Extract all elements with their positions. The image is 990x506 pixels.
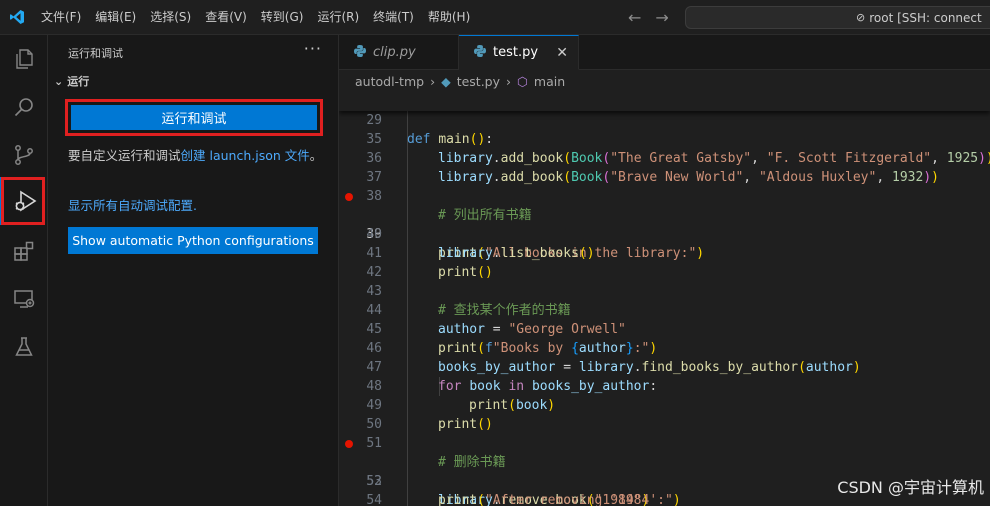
show-python-configs-button[interactable]: Show automatic Python configurations: [68, 227, 318, 254]
customize-hint: 要自定义运行和调试创建 launch.json 文件。: [68, 147, 323, 165]
chevron-right-icon: ›: [506, 73, 511, 89]
code-line[interactable]: 50: [339, 396, 990, 432]
customize-hint-suffix: 。: [309, 148, 323, 163]
python-file-icon: [353, 44, 367, 62]
menu-edit[interactable]: 编辑(E): [88, 0, 143, 35]
tab-label: test.py: [493, 45, 539, 60]
menu-file[interactable]: 文件(F): [34, 0, 88, 35]
source-control-icon[interactable]: [0, 131, 48, 179]
code-editor[interactable]: 29 def main(): 35 library.add_book(Book(…: [339, 92, 990, 506]
code-text: def main():: [407, 132, 494, 147]
menu-view[interactable]: 查看(V): [198, 0, 254, 35]
symbol-method-icon: ⬡: [517, 73, 528, 89]
code-line[interactable]: 49 print(): [339, 377, 990, 432]
breadcrumb-symbol[interactable]: main: [534, 74, 565, 89]
menu-go[interactable]: 转到(G): [254, 0, 311, 35]
python-file-icon: [473, 44, 487, 62]
code-line[interactable]: 41 print(): [339, 225, 990, 280]
csdn-watermark: CSDN @宇宙计算机: [837, 478, 984, 497]
section-label: 运行: [67, 75, 90, 88]
activity-bar: [0, 35, 48, 506]
code-line[interactable]: 44 author = "George Orwell": [339, 282, 990, 337]
tab-label: clip.py: [373, 45, 416, 60]
line-number: 54: [366, 493, 382, 506]
code-line[interactable]: 35 library.add_book(Book("The Great Gats…: [339, 111, 990, 166]
line-number: 29: [366, 113, 382, 128]
code-line[interactable]: 46 books_by_author = library.find_books_…: [339, 320, 990, 375]
vscode-logo-icon: [0, 0, 34, 35]
code-text: print("After removing '1984':"): [438, 493, 681, 506]
code-line[interactable]: 40 library.list_books(): [339, 206, 990, 261]
breadcrumb-folder[interactable]: autodl-tmp: [355, 74, 424, 89]
command-center-label: root [SSH: connect: [869, 10, 982, 25]
code-line[interactable]: 52 library.remove_book("1984"): [339, 434, 990, 506]
code-line[interactable]: 38 # 列出所有书籍: [339, 168, 990, 223]
code-line[interactable]: 53 print("After removing '1984':"): [339, 453, 990, 506]
menu-help[interactable]: 帮助(H): [421, 0, 477, 35]
run-and-debug-icon[interactable]: [0, 177, 48, 225]
breadcrumb: autodl-tmp › ◆ test.py › ⬡ main: [339, 70, 990, 92]
run-debug-sidebar: 运行和调试 ··· ⌄ 运行 运行和调试 要自定义运行和调试创建 launch.…: [48, 35, 339, 506]
close-icon[interactable]: ✕: [556, 45, 568, 61]
show-all-configs-link[interactable]: 显示所有自动调试配置.: [68, 195, 197, 214]
navigation-arrows: ← →: [628, 0, 669, 35]
explorer-icon[interactable]: [0, 35, 48, 83]
extensions-icon[interactable]: [0, 227, 48, 275]
command-center[interactable]: ⊘ root [SSH: connect: [685, 6, 990, 29]
search-icon[interactable]: [0, 83, 48, 131]
sidebar-title: 运行和调试: [68, 47, 123, 60]
code-line[interactable]: 37: [339, 149, 990, 185]
back-arrow-icon[interactable]: ←: [628, 8, 641, 27]
forward-arrow-icon[interactable]: →: [655, 8, 668, 27]
code-line[interactable]: 47 for book in books_by_author:: [339, 339, 990, 394]
chevron-right-icon: ›: [430, 73, 436, 89]
menu-selection[interactable]: 选择(S): [143, 0, 198, 35]
testing-flask-icon[interactable]: [0, 323, 48, 371]
python-file-icon: ◆: [441, 73, 451, 89]
menu-bar: 文件(F) 编辑(E) 选择(S) 查看(V) 转到(G) 运行(R) 终端(T…: [34, 0, 477, 35]
run-and-debug-button[interactable]: 运行和调试: [71, 105, 317, 130]
breakpoint-icon[interactable]: [345, 440, 353, 448]
code-line[interactable]: 45 print(f"Books by {author}:"): [339, 301, 990, 356]
code-line[interactable]: 51 # 删除书籍: [339, 415, 990, 470]
tab-clip-py[interactable]: clip.py: [339, 35, 459, 70]
code-line[interactable]: 48 print(book): [339, 358, 990, 413]
remote-icon: ⊘: [856, 11, 866, 24]
breadcrumb-file[interactable]: test.py: [457, 74, 500, 89]
run-button-highlight-box: 运行和调试: [65, 99, 323, 136]
breakpoint-icon[interactable]: [345, 193, 353, 201]
customize-hint-prefix: 要自定义运行和调试: [68, 148, 181, 163]
editor-area: clip.py test.py ✕ autodl-tmp › ◆ test.py…: [339, 35, 990, 506]
create-launch-json-link[interactable]: 创建 launch.json 文件: [181, 148, 310, 163]
editor-tabs: clip.py test.py ✕: [339, 35, 990, 70]
title-bar: 文件(F) 编辑(E) 选择(S) 查看(V) 转到(G) 运行(R) 终端(T…: [0, 0, 990, 35]
sidebar-section-run[interactable]: ⌄ 运行: [54, 73, 89, 89]
menu-run[interactable]: 运行(R): [310, 0, 366, 35]
chevron-down-icon: ⌄: [54, 74, 64, 88]
tab-test-py[interactable]: test.py ✕: [459, 35, 579, 70]
code-line[interactable]: 43 # 查找某个作者的书籍: [339, 263, 990, 318]
code-line[interactable]: 29 def main():: [339, 92, 990, 147]
code-line[interactable]: 39 print("All books in the library:"): [339, 187, 990, 261]
more-actions-icon[interactable]: ···: [304, 39, 322, 58]
menu-terminal[interactable]: 终端(T): [366, 0, 421, 35]
remote-explorer-icon[interactable]: [0, 275, 48, 323]
code-line[interactable]: 42: [339, 244, 990, 280]
